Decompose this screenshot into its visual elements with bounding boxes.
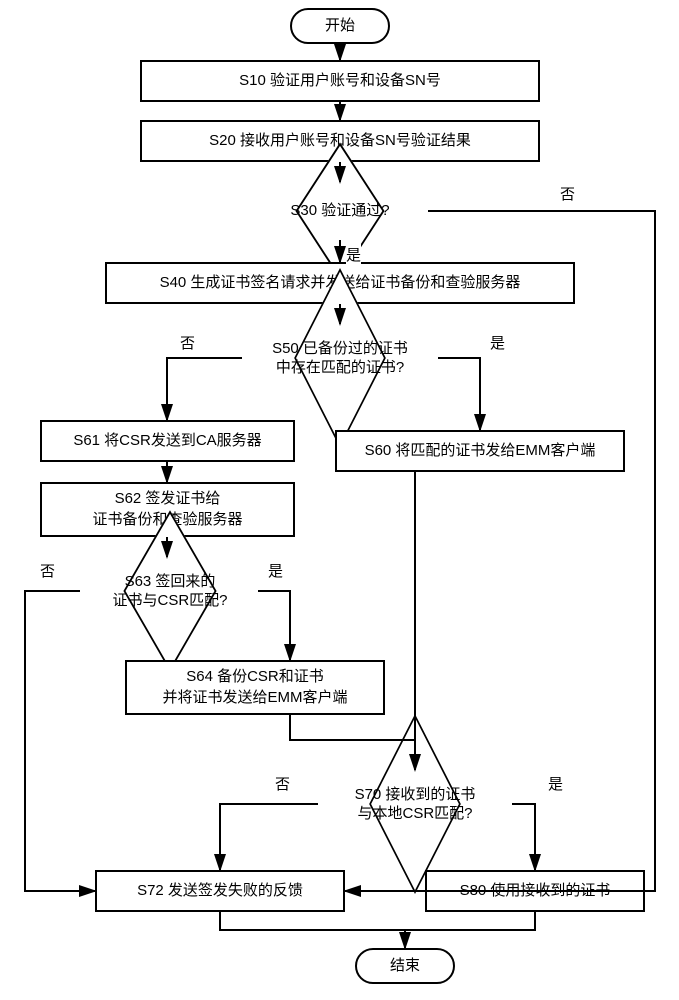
s30-yes-label: 是 (346, 244, 361, 265)
s10-process: S10 验证用户账号和设备SN号 (140, 60, 540, 102)
s63-decision: S63 签回来的 证书与CSR匹配? (75, 555, 265, 627)
s80-process: S80 使用接收到的证书 (425, 870, 645, 912)
s60-process: S60 将匹配的证书发给EMM客户端 (335, 430, 625, 472)
s30-decision: S30 验证通过? (250, 180, 430, 242)
s50-no-label: 否 (180, 332, 195, 353)
s63-yes-label: 是 (268, 560, 283, 581)
s50-decision: S50 已备份过的证书 中存在匹配的证书? (235, 322, 445, 394)
s70-no-label: 否 (275, 773, 290, 794)
s50-yes-label: 是 (490, 332, 505, 353)
end-terminator: 结束 (355, 948, 455, 984)
s64-process: S64 备份CSR和证书 并将证书发送给EMM客户端 (125, 660, 385, 715)
s61-process: S61 将CSR发送到CA服务器 (40, 420, 295, 462)
s72-process: S72 发送签发失败的反馈 (95, 870, 345, 912)
s70-yes-label: 是 (548, 773, 563, 794)
s63-no-label: 否 (40, 560, 55, 581)
s70-decision: S70 接收到的证书 与本地CSR匹配? (310, 768, 520, 840)
start-terminator: 开始 (290, 8, 390, 44)
s30-no-label: 否 (560, 183, 575, 204)
